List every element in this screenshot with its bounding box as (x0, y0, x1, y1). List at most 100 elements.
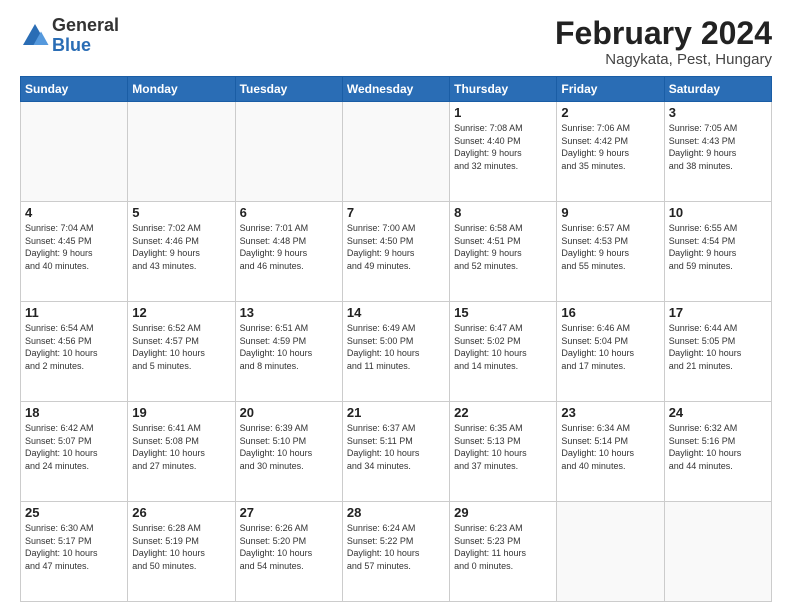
day-cell: 11Sunrise: 6:54 AM Sunset: 4:56 PM Dayli… (21, 302, 128, 402)
column-header-monday: Monday (128, 77, 235, 102)
day-cell (664, 502, 771, 602)
day-info: Sunrise: 6:32 AM Sunset: 5:16 PM Dayligh… (669, 422, 767, 472)
day-info: Sunrise: 7:02 AM Sunset: 4:46 PM Dayligh… (132, 222, 230, 272)
day-number: 1 (454, 105, 552, 120)
day-number: 28 (347, 505, 445, 520)
day-cell (128, 102, 235, 202)
day-cell: 7 Sunrise: 7:00 AM Sunset: 4:50 PM Daylig… (342, 202, 449, 302)
day-info: Sunrise: 6:24 AM Sunset: 5:22 PM Dayligh… (347, 522, 445, 572)
day-info: Sunrise: 6:39 AM Sunset: 5:10 PM Dayligh… (240, 422, 338, 472)
header: General Blue February 2024 Nagykata, Pes… (20, 16, 772, 68)
column-header-friday: Friday (557, 77, 664, 102)
subtitle: Nagykata, Pest, Hungary (555, 51, 772, 68)
day-number: 3 (669, 105, 767, 120)
calendar-body: 1 Sunrise: 7:08 AM Sunset: 4:40 PM Daylig… (21, 102, 772, 602)
day-info: Sunrise: 6:58 AM Sunset: 4:51 PM Dayligh… (454, 222, 552, 272)
day-cell: 21 Sunrise: 6:37 AM Sunset: 5:11 PM Dayli… (342, 402, 449, 502)
logo-icon (20, 21, 50, 51)
day-info: Sunrise: 7:01 AM Sunset: 4:48 PM Dayligh… (240, 222, 338, 272)
day-number: 29 (454, 505, 552, 520)
column-header-thursday: Thursday (450, 77, 557, 102)
day-number: 14 (347, 305, 445, 320)
day-number: 4 (25, 205, 123, 220)
day-cell (557, 502, 664, 602)
day-number: 22 (454, 405, 552, 420)
day-number: 9 (561, 205, 659, 220)
day-cell: 3 Sunrise: 7:05 AM Sunset: 4:43 PM Daylig… (664, 102, 771, 202)
day-number: 7 (347, 205, 445, 220)
day-info: Sunrise: 6:26 AM Sunset: 5:20 PM Dayligh… (240, 522, 338, 572)
day-number: 8 (454, 205, 552, 220)
day-number: 19 (132, 405, 230, 420)
day-number: 13 (240, 305, 338, 320)
calendar-table: SundayMondayTuesdayWednesdayThursdayFrid… (20, 76, 772, 602)
day-cell: 15Sunrise: 6:47 AM Sunset: 5:02 PM Dayli… (450, 302, 557, 402)
day-number: 16 (561, 305, 659, 320)
day-cell: 9 Sunrise: 6:57 AM Sunset: 4:53 PM Daylig… (557, 202, 664, 302)
day-info: Sunrise: 7:05 AM Sunset: 4:43 PM Dayligh… (669, 122, 767, 172)
day-number: 18 (25, 405, 123, 420)
day-number: 25 (25, 505, 123, 520)
day-info: Sunrise: 6:37 AM Sunset: 5:11 PM Dayligh… (347, 422, 445, 472)
day-cell: 28 Sunrise: 6:24 AM Sunset: 5:22 PM Dayli… (342, 502, 449, 602)
day-cell: 22 Sunrise: 6:35 AM Sunset: 5:13 PM Dayli… (450, 402, 557, 502)
column-header-sunday: Sunday (21, 77, 128, 102)
day-cell: 19Sunrise: 6:41 AM Sunset: 5:08 PM Dayli… (128, 402, 235, 502)
title-block: February 2024 Nagykata, Pest, Hungary (555, 16, 772, 68)
column-header-wednesday: Wednesday (342, 77, 449, 102)
day-cell (342, 102, 449, 202)
day-cell: 16 Sunrise: 6:46 AM Sunset: 5:04 PM Dayli… (557, 302, 664, 402)
logo-text: General Blue (52, 16, 119, 56)
day-info: Sunrise: 6:35 AM Sunset: 5:13 PM Dayligh… (454, 422, 552, 472)
day-number: 24 (669, 405, 767, 420)
day-info: Sunrise: 6:42 AM Sunset: 5:07 PM Dayligh… (25, 422, 123, 472)
day-info: Sunrise: 7:04 AM Sunset: 4:45 PM Dayligh… (25, 222, 123, 272)
day-number: 5 (132, 205, 230, 220)
day-info: Sunrise: 6:44 AM Sunset: 5:05 PM Dayligh… (669, 322, 767, 372)
day-info: Sunrise: 6:23 AM Sunset: 5:23 PM Dayligh… (454, 522, 552, 572)
day-cell: 29 Sunrise: 6:23 AM Sunset: 5:23 PM Dayli… (450, 502, 557, 602)
day-info: Sunrise: 6:46 AM Sunset: 5:04 PM Dayligh… (561, 322, 659, 372)
day-number: 20 (240, 405, 338, 420)
day-cell: 27 Sunrise: 6:26 AM Sunset: 5:20 PM Dayli… (235, 502, 342, 602)
day-number: 21 (347, 405, 445, 420)
day-cell: 20 Sunrise: 6:39 AM Sunset: 5:10 PM Dayli… (235, 402, 342, 502)
day-number: 17 (669, 305, 767, 320)
day-cell: 25Sunrise: 6:30 AM Sunset: 5:17 PM Dayli… (21, 502, 128, 602)
day-cell: 18 Sunrise: 6:42 AM Sunset: 5:07 PM Dayli… (21, 402, 128, 502)
day-cell: 12 Sunrise: 6:52 AM Sunset: 4:57 PM Dayli… (128, 302, 235, 402)
day-info: Sunrise: 6:55 AM Sunset: 4:54 PM Dayligh… (669, 222, 767, 272)
calendar-header: SundayMondayTuesdayWednesdayThursdayFrid… (21, 77, 772, 102)
day-info: Sunrise: 6:52 AM Sunset: 4:57 PM Dayligh… (132, 322, 230, 372)
day-cell: 24 Sunrise: 6:32 AM Sunset: 5:16 PM Dayli… (664, 402, 771, 502)
day-cell: 23Sunrise: 6:34 AM Sunset: 5:14 PM Dayli… (557, 402, 664, 502)
day-cell: 26Sunrise: 6:28 AM Sunset: 5:19 PM Dayli… (128, 502, 235, 602)
week-row-2: 4 Sunrise: 7:04 AM Sunset: 4:45 PM Daylig… (21, 202, 772, 302)
day-number: 23 (561, 405, 659, 420)
day-cell: 17 Sunrise: 6:44 AM Sunset: 5:05 PM Dayli… (664, 302, 771, 402)
day-info: Sunrise: 7:06 AM Sunset: 4:42 PM Dayligh… (561, 122, 659, 172)
day-info: Sunrise: 6:51 AM Sunset: 4:59 PM Dayligh… (240, 322, 338, 372)
day-info: Sunrise: 7:08 AM Sunset: 4:40 PM Dayligh… (454, 122, 552, 172)
logo-general: General (52, 16, 119, 36)
day-cell (235, 102, 342, 202)
logo: General Blue (20, 16, 119, 56)
day-number: 6 (240, 205, 338, 220)
day-number: 15 (454, 305, 552, 320)
day-info: Sunrise: 7:00 AM Sunset: 4:50 PM Dayligh… (347, 222, 445, 272)
day-cell: 5 Sunrise: 7:02 AM Sunset: 4:46 PM Daylig… (128, 202, 235, 302)
day-number: 26 (132, 505, 230, 520)
logo-blue: Blue (52, 36, 119, 56)
day-cell: 8 Sunrise: 6:58 AM Sunset: 4:51 PM Daylig… (450, 202, 557, 302)
day-number: 27 (240, 505, 338, 520)
day-cell: 14 Sunrise: 6:49 AM Sunset: 5:00 PM Dayli… (342, 302, 449, 402)
day-cell: 6 Sunrise: 7:01 AM Sunset: 4:48 PM Daylig… (235, 202, 342, 302)
column-header-saturday: Saturday (664, 77, 771, 102)
day-cell: 2Sunrise: 7:06 AM Sunset: 4:42 PM Daylig… (557, 102, 664, 202)
header-row: SundayMondayTuesdayWednesdayThursdayFrid… (21, 77, 772, 102)
day-info: Sunrise: 6:49 AM Sunset: 5:00 PM Dayligh… (347, 322, 445, 372)
main-title: February 2024 (555, 16, 772, 51)
day-info: Sunrise: 6:57 AM Sunset: 4:53 PM Dayligh… (561, 222, 659, 272)
day-number: 12 (132, 305, 230, 320)
day-cell: 1 Sunrise: 7:08 AM Sunset: 4:40 PM Daylig… (450, 102, 557, 202)
